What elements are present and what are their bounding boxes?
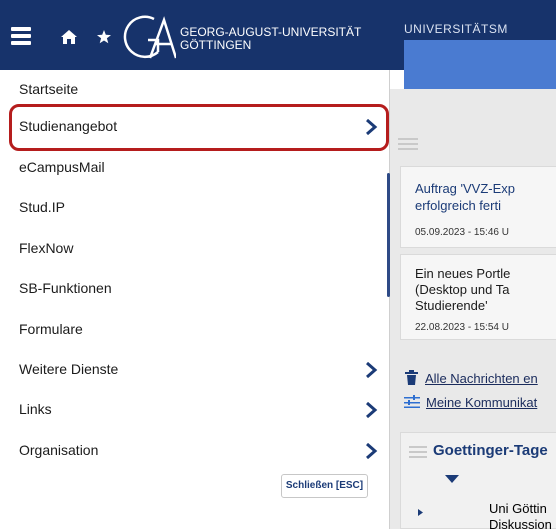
news-title-line: (Desktop und Ta <box>415 282 510 297</box>
menu-item-formulare[interactable]: Formulare <box>0 310 390 350</box>
logo-text-line2: GÖTTINGEN <box>180 38 252 52</box>
hamburger-menu-icon[interactable] <box>11 27 31 45</box>
news-title-line: Studierende' <box>415 298 488 313</box>
chevron-right-icon[interactable] <box>364 362 378 378</box>
top-bar: GEORG-AUGUST-UNIVERSITÄT GÖTTINGEN <box>0 0 390 70</box>
menu-item-organisation[interactable]: Organisation <box>0 431 390 471</box>
my-communication-link-row[interactable]: Meine Kommunikat <box>404 395 537 410</box>
background-banner <box>404 40 556 89</box>
menu-item-studip[interactable]: Stud.IP <box>0 188 390 228</box>
news-title-line[interactable]: erfolgreich ferti <box>415 197 501 214</box>
menu-item-links[interactable]: Links <box>0 390 390 430</box>
menu-item-weitere-dienste[interactable]: Weitere Dienste <box>0 350 390 390</box>
menu-item-label: Stud.IP <box>19 199 65 215</box>
all-news-link-row[interactable]: Alle Nachrichten en <box>404 370 538 386</box>
background-title: UNIVERSITÄTSM <box>404 22 508 36</box>
university-logo-icon[interactable] <box>120 14 176 62</box>
chevron-down-icon[interactable] <box>445 475 459 483</box>
chevron-right-icon[interactable] <box>364 402 378 418</box>
menu-item-label: Organisation <box>19 442 99 458</box>
highlight-outline <box>9 104 389 151</box>
menu-item-label: Weitere Dienste <box>19 361 119 377</box>
logo-text-line1: GEORG-AUGUST-UNIVERSITÄT <box>180 25 362 39</box>
section-title: Goettinger-Tage <box>433 442 548 459</box>
news-date: 22.08.2023 - 15:54 U <box>415 322 509 333</box>
caret-right-icon[interactable] <box>418 509 423 516</box>
menu-item-flexnow[interactable]: FlexNow <box>0 229 390 269</box>
news-title-line[interactable]: Auftrag 'VVZ-Exp <box>415 180 515 197</box>
menu-item-label: Startseite <box>19 81 79 97</box>
drag-handle-icon <box>409 446 427 458</box>
drag-handle-icon <box>398 138 418 154</box>
news-date: 05.09.2023 - 15:46 U <box>415 227 509 238</box>
sliders-icon <box>404 395 420 408</box>
menu-scrollbar[interactable] <box>387 173 390 297</box>
menu-item-label: eCampusMail <box>19 159 105 175</box>
goettinger-tage-section: Goettinger-Tage Uni Göttin Diskussion <box>400 432 556 529</box>
news-title-line: Ein neues Portle <box>415 266 511 281</box>
home-icon[interactable] <box>61 30 77 44</box>
all-news-link[interactable]: Alle Nachrichten en <box>425 371 538 386</box>
menu-item-label: FlexNow <box>19 240 74 256</box>
menu-item-label: Formulare <box>19 321 83 337</box>
section-item-title[interactable]: Uni Göttin <box>489 501 547 516</box>
news-card[interactable]: Auftrag 'VVZ-Exp erfolgreich ferti 05.09… <box>400 166 556 248</box>
menu-item-label: SB-Funktionen <box>19 280 112 296</box>
section-item-title[interactable]: Diskussion <box>489 517 552 529</box>
star-icon[interactable] <box>97 30 111 44</box>
close-menu-button[interactable]: Schließen [ESC] <box>281 474 368 498</box>
menu-item-sb-funktionen[interactable]: SB-Funktionen <box>0 269 390 309</box>
menu-item-label: Links <box>19 401 52 417</box>
menu-item-ecampusmail[interactable]: eCampusMail <box>0 148 390 188</box>
news-card[interactable]: Ein neues Portle (Desktop und Ta Studier… <box>400 254 556 340</box>
trash-icon <box>405 370 418 385</box>
my-communication-link[interactable]: Meine Kommunikat <box>426 395 537 410</box>
chevron-right-icon[interactable] <box>364 443 378 459</box>
